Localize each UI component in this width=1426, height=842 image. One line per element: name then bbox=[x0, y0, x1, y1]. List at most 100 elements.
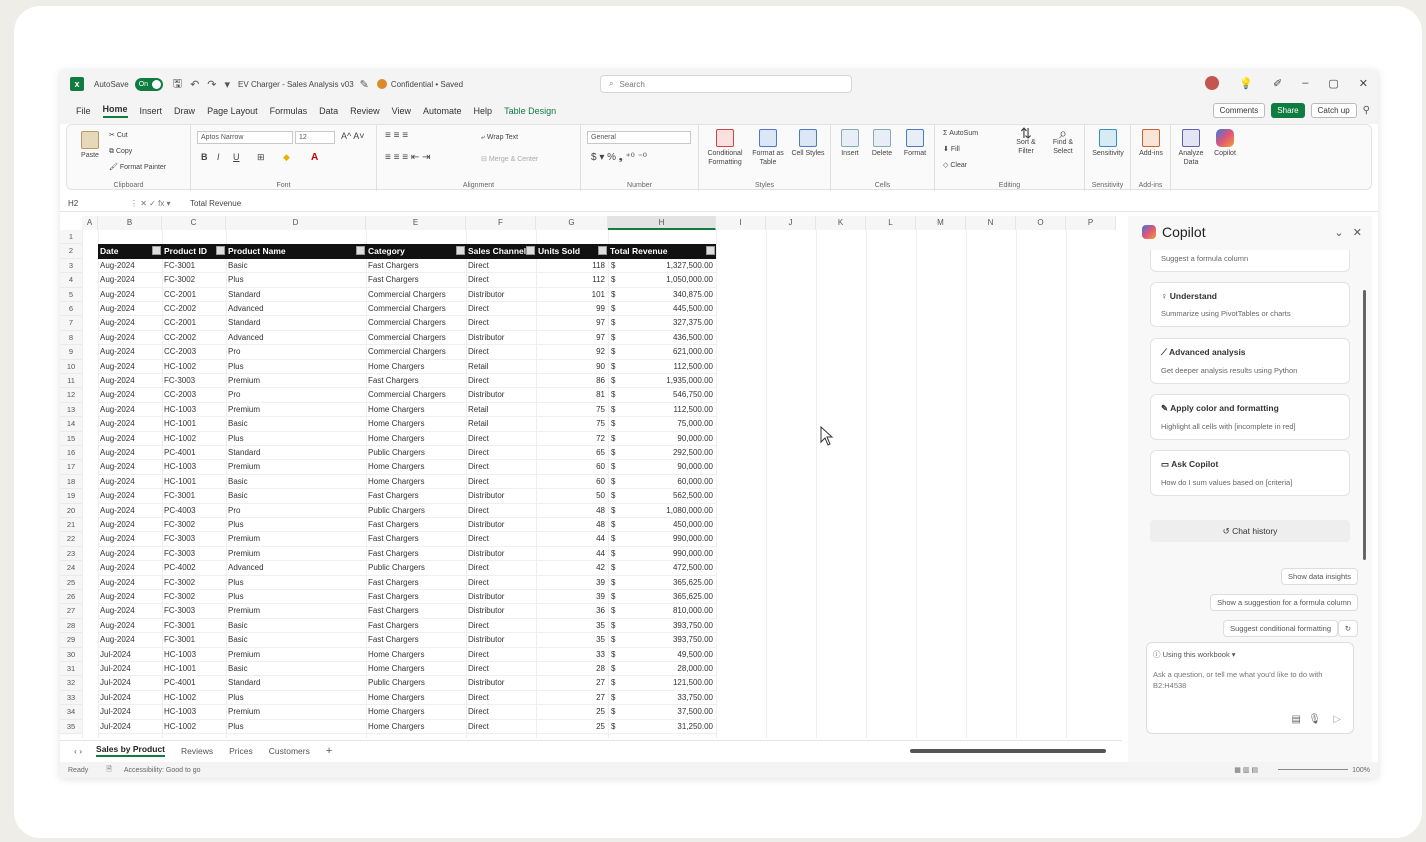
table-cell[interactable]: 42 bbox=[536, 561, 608, 576]
table-cell[interactable]: Home Chargers bbox=[366, 720, 466, 734]
table-header-cell[interactable]: Product ID bbox=[162, 244, 226, 259]
copilot-scrollbar[interactable] bbox=[1363, 290, 1366, 560]
table-cell[interactable]: Plus bbox=[226, 691, 366, 706]
table-cell[interactable]: HC-1001 bbox=[162, 475, 226, 490]
row-header[interactable]: 4 bbox=[60, 273, 82, 288]
table-cell[interactable]: Fast Chargers bbox=[366, 259, 466, 274]
table-cell[interactable]: Jul-2024 bbox=[98, 662, 162, 677]
table-cell[interactable]: FC-3001 bbox=[162, 633, 226, 648]
table-cell[interactable]: Fast Chargers bbox=[366, 590, 466, 605]
row-header[interactable]: 6 bbox=[60, 302, 82, 317]
table-cell[interactable]: $562,500.00 bbox=[608, 489, 716, 504]
table-cell[interactable]: 27 bbox=[536, 691, 608, 706]
column-header[interactable]: N bbox=[966, 216, 1016, 230]
table-cell[interactable]: $28,000.00 bbox=[608, 662, 716, 677]
attach-icon[interactable]: ▤ bbox=[1292, 714, 1301, 725]
formula-input[interactable]: Total Revenue bbox=[190, 199, 241, 208]
table-cell[interactable]: 39 bbox=[536, 590, 608, 605]
filter-dropdown-icon[interactable] bbox=[598, 246, 607, 256]
table-cell[interactable]: Premium bbox=[226, 403, 366, 418]
table-cell[interactable]: Aug-2024 bbox=[98, 374, 162, 389]
clear-button[interactable]: ◇ Clear bbox=[943, 161, 967, 170]
table-cell[interactable]: Direct bbox=[466, 705, 536, 720]
row-header[interactable]: 27 bbox=[60, 604, 82, 619]
table-cell[interactable]: Direct bbox=[466, 302, 536, 317]
table-cell[interactable]: 60 bbox=[536, 460, 608, 475]
mic-icon[interactable]: 🎙 bbox=[1308, 714, 1321, 725]
table-cell[interactable]: Aug-2024 bbox=[98, 259, 162, 274]
row-header[interactable]: 30 bbox=[60, 647, 82, 662]
table-cell[interactable]: Public Chargers bbox=[366, 446, 466, 461]
table-cell[interactable]: Standard bbox=[226, 676, 366, 691]
table-cell[interactable]: Aug-2024 bbox=[98, 273, 162, 288]
autosum-button[interactable]: Σ AutoSum bbox=[943, 129, 978, 138]
table-cell[interactable]: CC-2001 bbox=[162, 288, 226, 302]
column-header[interactable]: J bbox=[766, 216, 816, 230]
tab-table-design[interactable]: Table Design bbox=[504, 106, 556, 116]
table-cell[interactable]: Direct bbox=[466, 662, 536, 677]
row-header[interactable]: 28 bbox=[60, 618, 82, 634]
table-cell[interactable]: Commercial Chargers bbox=[366, 345, 466, 360]
table-cell[interactable]: Public Chargers bbox=[366, 676, 466, 691]
table-cell[interactable]: $112,500.00 bbox=[608, 403, 716, 418]
tab-home[interactable]: Home bbox=[102, 104, 128, 118]
fill-color-icon[interactable]: ◆ bbox=[283, 153, 290, 162]
chip-show-data-insights[interactable]: Show data insights bbox=[1281, 568, 1358, 585]
table-cell[interactable]: Plus bbox=[226, 576, 366, 590]
share-button[interactable]: Share bbox=[1271, 103, 1305, 118]
workbook-context[interactable]: ⓘ Using this workbook ▾ bbox=[1153, 649, 1236, 660]
column-header[interactable]: F bbox=[466, 216, 536, 230]
column-header[interactable]: E bbox=[366, 216, 466, 230]
accessibility-status[interactable]: Accessibility: Good to go bbox=[124, 767, 201, 774]
filter-dropdown-icon[interactable] bbox=[526, 246, 535, 256]
table-cell[interactable]: Aug-2024 bbox=[98, 345, 162, 360]
table-cell[interactable]: Home Chargers bbox=[366, 662, 466, 677]
table-cell[interactable]: Commercial Chargers bbox=[366, 316, 466, 331]
fill-button[interactable]: ⬇ Fill bbox=[943, 145, 960, 154]
table-cell[interactable]: PC-4001 bbox=[162, 446, 226, 461]
table-cell[interactable]: $472,500.00 bbox=[608, 561, 716, 576]
table-cell[interactable]: FC-3003 bbox=[162, 532, 226, 547]
table-cell[interactable]: Standard bbox=[226, 316, 366, 331]
table-cell[interactable]: FC-3002 bbox=[162, 273, 226, 288]
table-cell[interactable]: $112,500.00 bbox=[608, 360, 716, 374]
table-cell[interactable]: $436,500.00 bbox=[608, 331, 716, 346]
row-header[interactable]: 2 bbox=[60, 244, 82, 259]
table-cell[interactable]: Aug-2024 bbox=[98, 504, 162, 518]
table-cell[interactable]: 35 bbox=[536, 633, 608, 648]
sheet-tab-customers[interactable]: Customers bbox=[269, 746, 310, 756]
table-cell[interactable]: $340,875.00 bbox=[608, 288, 716, 302]
table-cell[interactable]: Home Chargers bbox=[366, 460, 466, 475]
table-cell[interactable]: 48 bbox=[536, 504, 608, 518]
table-cell[interactable]: HC-1003 bbox=[162, 403, 226, 418]
table-cell[interactable]: $393,750.00 bbox=[608, 633, 716, 648]
table-header-cell[interactable]: Product Name bbox=[226, 244, 366, 259]
table-cell[interactable]: Public Chargers bbox=[366, 504, 466, 518]
format-cells-button[interactable]: Format bbox=[899, 129, 931, 158]
copy-button[interactable]: ⧉ Copy bbox=[109, 147, 132, 156]
table-cell[interactable]: Aug-2024 bbox=[98, 576, 162, 590]
table-cell[interactable]: Aug-2024 bbox=[98, 331, 162, 346]
table-cell[interactable]: Distributor bbox=[466, 547, 536, 562]
row-header[interactable]: 24 bbox=[60, 561, 82, 576]
table-cell[interactable]: FC-3001 bbox=[162, 489, 226, 504]
font-color-icon[interactable]: A bbox=[311, 153, 318, 163]
table-cell[interactable]: Plus bbox=[226, 518, 366, 533]
table-cell[interactable]: 39 bbox=[536, 576, 608, 590]
table-cell[interactable]: 44 bbox=[536, 547, 608, 562]
lightbulb-icon[interactable]: 💡 bbox=[1239, 77, 1253, 90]
table-cell[interactable]: Distributor bbox=[466, 633, 536, 648]
analyze-data-button[interactable]: Analyze Data bbox=[1175, 129, 1207, 167]
table-cell[interactable]: Basic bbox=[226, 662, 366, 677]
table-cell[interactable]: $365,625.00 bbox=[608, 590, 716, 605]
chat-history-button[interactable]: ↺ Chat history bbox=[1150, 520, 1350, 542]
table-cell[interactable]: Aug-2024 bbox=[98, 561, 162, 576]
table-cell[interactable]: $90,000.00 bbox=[608, 432, 716, 446]
table-header-cell[interactable]: Sales Channel bbox=[466, 244, 536, 259]
save-icon[interactable]: 🖫 bbox=[173, 75, 182, 94]
copilot-close-icon[interactable]: ⌄ ✕ bbox=[1334, 226, 1362, 239]
row-header[interactable]: 10 bbox=[60, 359, 82, 374]
table-cell[interactable]: Fast Chargers bbox=[366, 576, 466, 590]
table-cell[interactable]: Direct bbox=[466, 475, 536, 490]
row-header[interactable]: 31 bbox=[60, 662, 82, 677]
